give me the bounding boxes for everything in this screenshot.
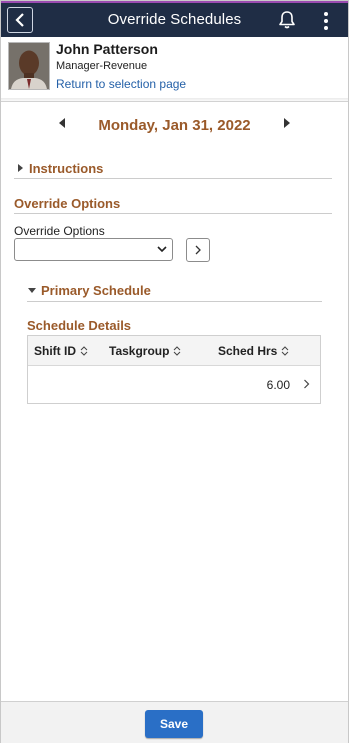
cell-sched-hrs: 6.00 [266,378,290,392]
column-label: Shift ID [34,344,76,358]
next-day-icon[interactable] [284,118,290,128]
expand-arrow-icon [18,164,23,172]
chevron-down-icon [157,246,167,253]
avatar [8,42,50,90]
footer-bar: Save [1,701,348,743]
instructions-label: Instructions [29,161,104,176]
column-header-taskgroup[interactable]: Taskgroup [109,344,181,358]
more-options-icon[interactable] [320,10,332,32]
collapse-arrow-icon [28,288,36,293]
instructions-toggle[interactable]: Instructions [18,161,103,176]
person-photo-icon [9,43,49,89]
current-date: Monday, Jan 31, 2022 [98,117,251,134]
bell-icon[interactable] [277,10,297,30]
sort-icon [80,346,88,356]
top-bar: Override Schedules [1,1,348,39]
column-header-shift-id[interactable]: Shift ID [34,344,88,358]
page-frame: Override Schedules John Patterson Manage… [0,0,349,743]
override-options-label: Override Options [14,224,105,238]
date-navigation: Monday, Jan 31, 2022 [1,115,348,137]
employee-role: Manager-Revenue [56,60,148,72]
schedule-details-title: Schedule Details [27,318,132,333]
override-divider [14,213,332,214]
override-options-title: Override Options [14,196,121,211]
chevron-right-icon [195,245,201,255]
primary-schedule-toggle[interactable]: Primary Schedule [28,283,151,298]
column-label: Sched Hrs [218,344,278,358]
return-to-selection-link[interactable]: Return to selection page [56,77,186,91]
banner-divider [1,101,348,102]
sort-icon [282,346,289,356]
table-row[interactable]: 6.00 [28,366,320,403]
employee-name: John Patterson [56,41,158,57]
column-label: Taskgroup [109,344,170,358]
sort-icon [174,346,181,356]
instructions-divider [14,178,332,179]
row-detail-chevron-icon[interactable] [303,379,310,389]
save-button[interactable]: Save [145,710,203,738]
schedule-details-grid: Shift ID Taskgroup Sched Hrs 6.00 [27,335,321,404]
employee-banner: John Patterson Manager-Revenue Return to… [1,37,348,97]
apply-override-button[interactable] [186,238,210,262]
primary-schedule-divider [27,301,322,302]
override-options-select[interactable] [14,238,173,261]
primary-schedule-label: Primary Schedule [41,283,151,298]
column-header-sched-hrs[interactable]: Sched Hrs [218,344,289,358]
grid-header: Shift ID Taskgroup Sched Hrs [28,336,320,366]
